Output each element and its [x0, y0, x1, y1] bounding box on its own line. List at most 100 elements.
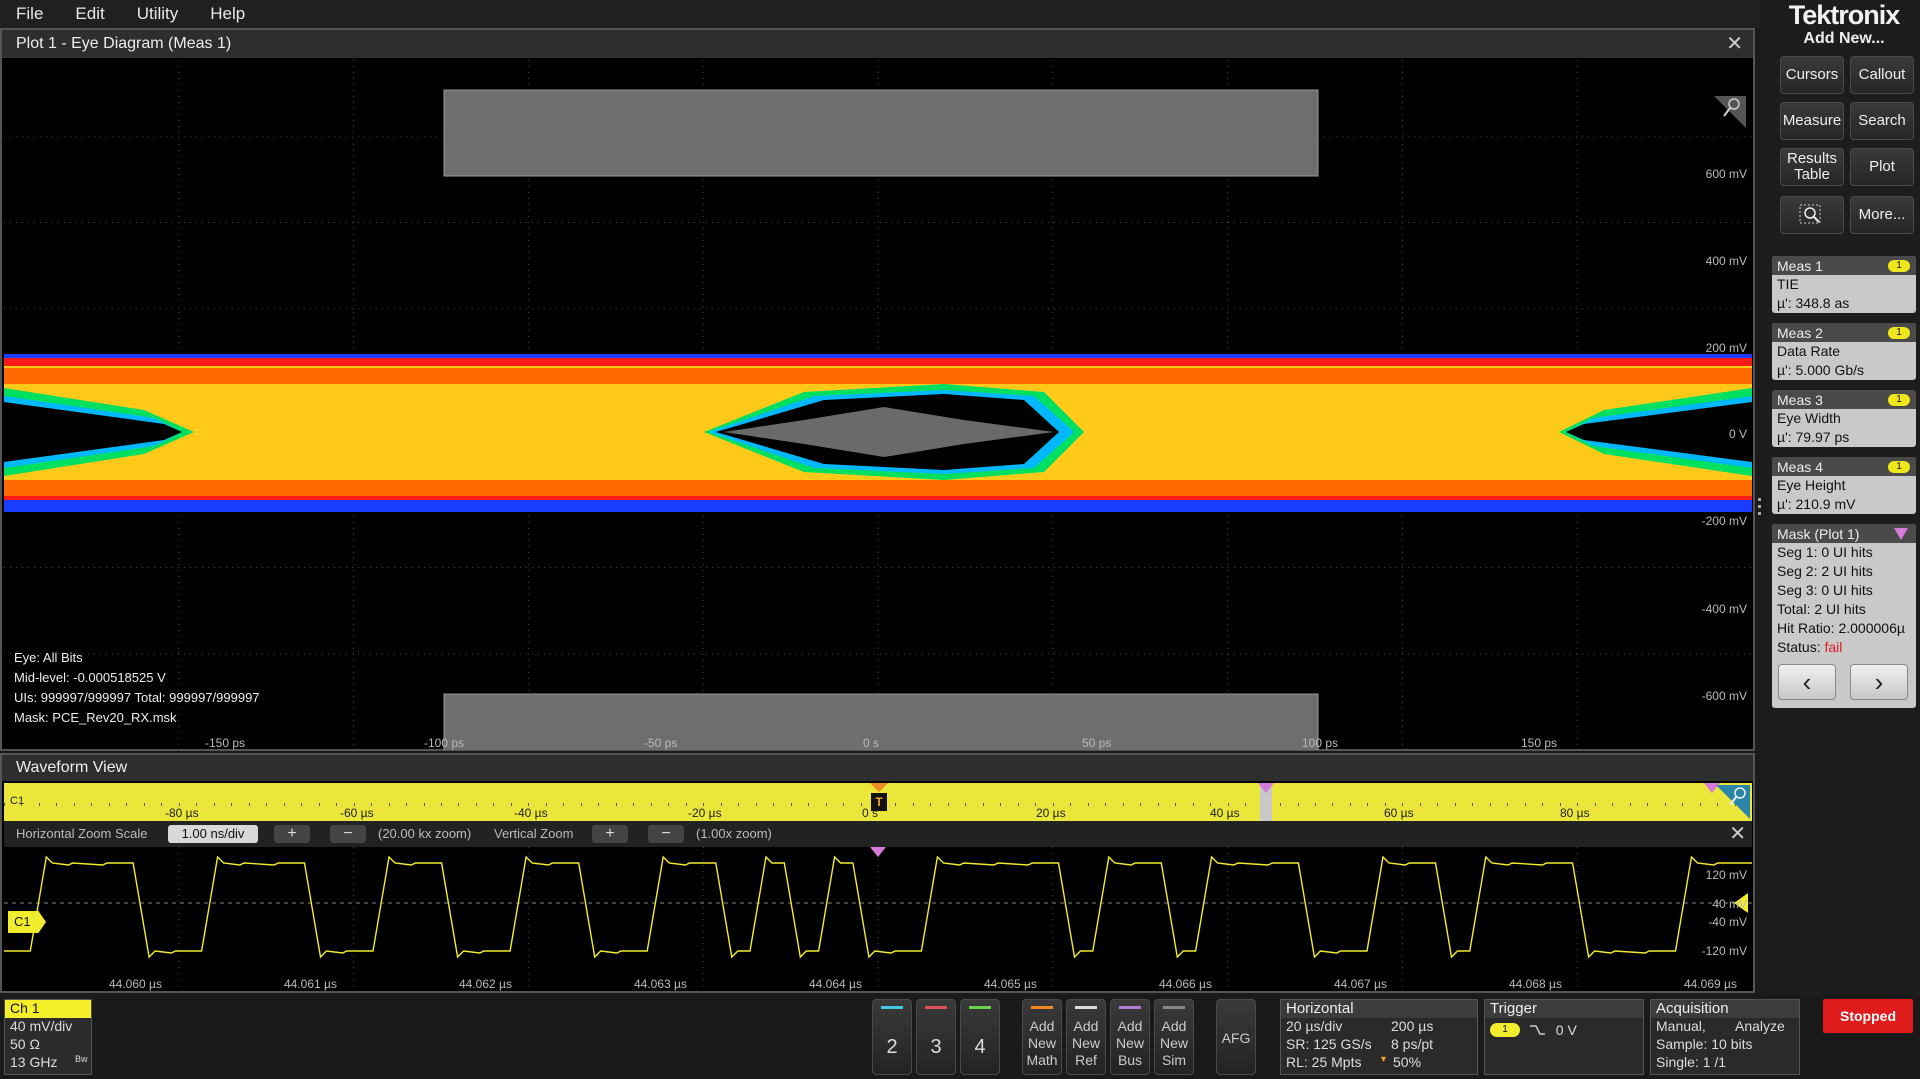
eye-y-tick-label: 200 mV	[1705, 341, 1747, 355]
add-new-math-button[interactable]: Add New Math	[1022, 999, 1062, 1075]
eye-y-tick-label: -200 mV	[1701, 514, 1747, 528]
mask-title: Mask (Plot 1)	[1777, 526, 1860, 542]
acq-single: Single: 1 /1	[1656, 1054, 1727, 1070]
mask-marker-icon	[870, 847, 886, 857]
overview-tick	[318, 803, 320, 806]
channel-3-button[interactable]: 3	[916, 999, 956, 1075]
mask-total: Total: 2 UI hits	[1777, 601, 1866, 617]
overview-tick	[825, 803, 827, 806]
afg-button[interactable]: AFG	[1216, 999, 1256, 1075]
channel-badge: 1	[1888, 394, 1910, 406]
corner-zoom-icon[interactable]	[1714, 96, 1746, 128]
mask-seg-top	[443, 89, 1319, 177]
zoom-close-icon[interactable]: ✕	[1729, 821, 1746, 846]
overview-tick	[703, 803, 705, 806]
horizontal-badge[interactable]: Horizontal 20 µs/div 200 µs SR: 125 GS/s 8…	[1280, 999, 1478, 1075]
h-zoom-scale-input[interactable]: 1.00 ns/div	[168, 825, 258, 843]
mask-badge[interactable]: Mask (Plot 1) Seg 1: 0 UI hits Seg 2: 2 …	[1772, 524, 1916, 708]
eye-diagram-canvas[interactable]	[4, 60, 1752, 750]
add-new-sim-button[interactable]: Add New Sim	[1154, 999, 1194, 1075]
ch2-color-strip	[881, 1006, 903, 1009]
overview-tick	[493, 803, 495, 806]
zoom-search-icon	[1799, 204, 1821, 224]
zoom-x-tick-label: 44.060 µs	[109, 977, 162, 991]
v-zoom-plus-button[interactable]: +	[592, 825, 628, 843]
channel-2-button[interactable]: 2	[872, 999, 912, 1075]
overview-tick	[458, 803, 460, 806]
menu-help[interactable]: Help	[194, 4, 261, 24]
meas-value: µ': 210.9 mV	[1777, 496, 1856, 512]
h-record-time: 200 µs	[1391, 1018, 1434, 1034]
v-zoom-minus-button[interactable]: −	[648, 825, 684, 843]
overview-tick	[1140, 803, 1142, 806]
meas-value: µ': 79.97 ps	[1777, 429, 1850, 445]
meas-name: Meas 1	[1777, 258, 1823, 274]
trigger-badge[interactable]: Trigger 1 0 V	[1484, 999, 1644, 1075]
overview-tick	[1472, 803, 1474, 806]
overview-tick	[808, 803, 810, 806]
menu-file[interactable]: File	[0, 4, 59, 24]
zoom-toolbar: Horizontal Zoom Scale 1.00 ns/div + − (2…	[4, 821, 1752, 847]
prev-button[interactable]: ‹	[1778, 664, 1836, 700]
overview-tick	[1052, 803, 1054, 806]
add-sim-line3: Sim	[1161, 1052, 1187, 1068]
callout-button[interactable]: Callout	[1850, 56, 1914, 94]
meas-badge-4[interactable]: Meas 4 1 Eye Height µ': 210.9 mV	[1772, 457, 1916, 514]
add-sim-line1: Add	[1161, 1018, 1187, 1034]
zoom-x-tick-label: 44.062 µs	[459, 977, 512, 991]
plot-button[interactable]: Plot	[1850, 148, 1914, 186]
menu-utility[interactable]: Utility	[121, 4, 195, 24]
status-value: fail	[1824, 639, 1843, 655]
overview-tick	[598, 803, 600, 806]
cursors-button[interactable]: Cursors	[1780, 56, 1844, 94]
acq-analyze: Analyze	[1735, 1018, 1785, 1034]
zoom-button[interactable]	[1780, 196, 1844, 234]
mask-marker-icon	[1258, 783, 1274, 793]
ch1-channel-marker[interactable]: C1	[8, 911, 46, 933]
h-position: 50%	[1393, 1054, 1422, 1070]
overview-zoom-icon[interactable]	[1716, 783, 1752, 819]
h-zoom-plus-button[interactable]: +	[274, 825, 310, 843]
meas-badge-2[interactable]: Meas 2 1 Data Rate µ': 5.000 Gb/s	[1772, 323, 1916, 380]
channel-4-button[interactable]: 4	[960, 999, 1000, 1075]
search-button[interactable]: Search	[1850, 102, 1914, 140]
overview-tick	[371, 803, 373, 806]
overview-tick	[720, 803, 722, 806]
add-new-ref-button[interactable]: Add New Ref	[1066, 999, 1106, 1075]
overview-tick	[1577, 803, 1579, 806]
add-new-bus-button[interactable]: Add New Bus	[1110, 999, 1150, 1075]
trigger-position-marker[interactable]: T	[870, 783, 888, 821]
acquisition-badge[interactable]: Acquisition Manual, Analyze Sample: 10 bi…	[1650, 999, 1800, 1075]
zoom-x-tick-label: 44.068 µs	[1509, 977, 1562, 991]
overview-tick	[283, 803, 285, 806]
zoom-box-marker[interactable]	[1258, 783, 1274, 821]
panel-resize-handle[interactable]	[1758, 498, 1762, 522]
meas-type: Data Rate	[1777, 343, 1841, 359]
v-zoom-label: Vertical Zoom	[494, 826, 574, 841]
zoom-waveform-canvas[interactable]	[4, 847, 1752, 991]
overview-tick	[178, 803, 180, 806]
results-table-button[interactable]: Results Table	[1780, 148, 1844, 186]
more-button[interactable]: More...	[1850, 196, 1914, 234]
plot-close-icon[interactable]: ✕	[1726, 30, 1743, 58]
channel-badge: 1	[1888, 327, 1910, 339]
overview-tick	[21, 803, 23, 806]
overview-tick	[73, 803, 75, 806]
eye-x-tick-label: 0 s	[863, 736, 880, 750]
eye-info-uis: UIs: 999997/999997 Total: 999997/999997	[14, 690, 260, 705]
overview-tick	[475, 803, 477, 806]
meas-badge-1[interactable]: Meas 1 1 TIE µ': 348.8 as	[1772, 256, 1916, 313]
measure-button[interactable]: Measure	[1780, 102, 1844, 140]
ch1-badge[interactable]: Ch 1 40 mV/div 50 Ω 13 GHz Bw	[4, 999, 92, 1075]
overview-tick	[1489, 803, 1491, 806]
eye-y-tick-label: -400 mV	[1701, 602, 1747, 616]
h-zoom-minus-button[interactable]: −	[330, 825, 366, 843]
meas-value: µ': 5.000 Gb/s	[1777, 362, 1865, 378]
overview-tick	[1349, 803, 1351, 806]
overview-tick	[1000, 803, 1002, 806]
waveform-overview[interactable]: C1 -80 µs -60 µs -40 µs -20 µs 0 s 20 µs 40 µs…	[4, 783, 1752, 821]
run-stop-status[interactable]: Stopped	[1823, 999, 1913, 1033]
menu-edit[interactable]: Edit	[59, 4, 120, 24]
next-button[interactable]: ›	[1850, 664, 1908, 700]
meas-badge-3[interactable]: Meas 3 1 Eye Width µ': 79.97 ps	[1772, 390, 1916, 447]
